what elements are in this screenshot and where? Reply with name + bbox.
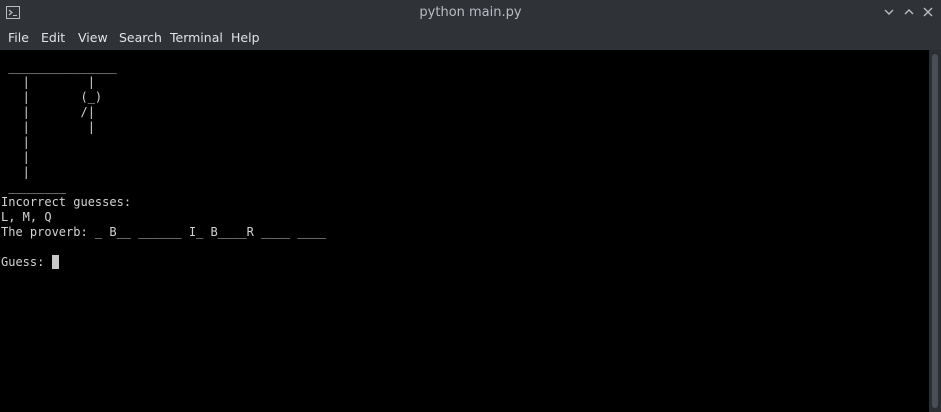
scrollbar[interactable] xyxy=(929,50,941,412)
gallows-line-5: | | xyxy=(1,120,95,134)
menu-bar: File Edit View Search Terminal Help xyxy=(0,26,941,50)
maximize-icon[interactable] xyxy=(902,5,916,19)
guess-prompt: Guess: xyxy=(1,255,52,269)
gallows-line-3: | (_) xyxy=(1,90,103,104)
menu-help[interactable]: Help xyxy=(231,30,260,45)
menu-file[interactable]: File xyxy=(8,30,29,45)
window-title: python main.py xyxy=(419,5,522,20)
gallows-line-4: | /| xyxy=(1,105,95,119)
menu-edit[interactable]: Edit xyxy=(41,30,65,45)
terminal-area[interactable]: _______________ | | | (_) | /| | | | | |… xyxy=(0,50,929,412)
terminal-output: _______________ | | | (_) | /| | | | | |… xyxy=(1,60,326,270)
incorrect-guesses-letters: L, M, Q xyxy=(1,210,52,224)
minimize-icon[interactable] xyxy=(882,5,896,19)
menu-view[interactable]: View xyxy=(78,30,108,45)
terminal-window: python main.py File Edit View Search Ter… xyxy=(0,0,941,412)
gallows-line-8: | xyxy=(1,165,30,179)
incorrect-guesses-label: Incorrect guesses: xyxy=(1,195,132,209)
close-icon[interactable] xyxy=(921,5,935,19)
gallows-line-7: | xyxy=(1,150,30,164)
gallows-line-1: _______________ xyxy=(1,60,117,74)
title-bar[interactable]: python main.py xyxy=(0,0,941,26)
scrollbar-thumb[interactable] xyxy=(932,54,938,408)
menu-terminal[interactable]: Terminal xyxy=(170,30,223,45)
gallows-line-2: | | xyxy=(1,75,95,89)
gallows-line-9: ________ xyxy=(1,180,67,194)
proverb-line: The proverb: _ B__ ______ I_ B____R ____… xyxy=(1,225,327,239)
menu-search[interactable]: Search xyxy=(119,30,162,45)
gallows-line-6: | xyxy=(1,135,30,149)
terminal-cursor xyxy=(51,255,59,269)
